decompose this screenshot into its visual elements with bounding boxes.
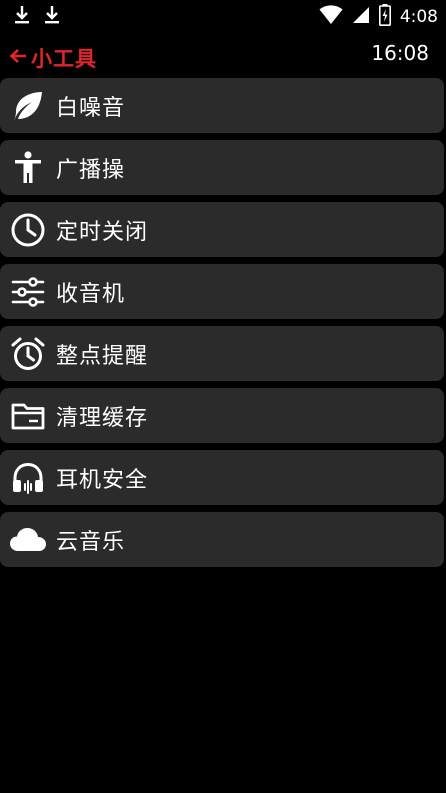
- list-item-headphone-safety[interactable]: 耳机安全: [0, 450, 444, 505]
- battery-charging-icon: [378, 4, 391, 30]
- alarm-icon: [8, 334, 48, 374]
- list-item-hourly-reminder[interactable]: 整点提醒: [0, 326, 444, 381]
- list-item-label: 整点提醒: [56, 343, 149, 369]
- back-arrow-icon: [8, 47, 28, 69]
- cellular-icon: [352, 5, 370, 29]
- wifi-icon: [319, 5, 343, 29]
- folder-icon: [8, 396, 48, 436]
- back-button[interactable]: 小工具: [8, 43, 97, 73]
- cloud-icon: [8, 520, 48, 560]
- person-icon: [8, 148, 48, 188]
- status-right: 4:08: [319, 4, 438, 30]
- download-icon: [44, 5, 60, 29]
- headphones-icon: [8, 458, 48, 498]
- status-bar: 4:08: [0, 0, 446, 32]
- list-item-radio-exercise[interactable]: 广播操: [0, 140, 444, 195]
- header-clock: 16:08: [371, 41, 429, 65]
- clock-icon: [8, 210, 48, 250]
- download-icon: [14, 5, 30, 29]
- status-left: [14, 5, 60, 29]
- list-item-label: 清理缓存: [56, 405, 149, 431]
- list-item-cloud-music[interactable]: 云音乐: [0, 512, 444, 567]
- status-time: 4:08: [399, 7, 438, 27]
- list-item-radio[interactable]: 收音机: [0, 264, 444, 319]
- list-item-label: 云音乐: [56, 529, 126, 555]
- list-item-label: 定时关闭: [56, 219, 149, 245]
- list-item-sleep-timer[interactable]: 定时关闭: [0, 202, 444, 257]
- app-header: 小工具 16:08: [0, 34, 446, 74]
- tools-list: 白噪音 广播操 定时关闭 收音机 整点提醒 清理缓存 耳机安全 云音乐: [0, 78, 446, 574]
- page-title: 小工具: [31, 47, 97, 71]
- leaf-icon: [8, 86, 48, 126]
- list-item-label: 白噪音: [56, 95, 126, 121]
- list-item-label: 耳机安全: [56, 467, 149, 493]
- list-item-white-noise[interactable]: 白噪音: [0, 78, 444, 133]
- sliders-icon: [8, 272, 48, 312]
- list-item-label: 收音机: [56, 281, 126, 307]
- list-item-label: 广播操: [56, 157, 126, 183]
- list-item-clear-cache[interactable]: 清理缓存: [0, 388, 444, 443]
